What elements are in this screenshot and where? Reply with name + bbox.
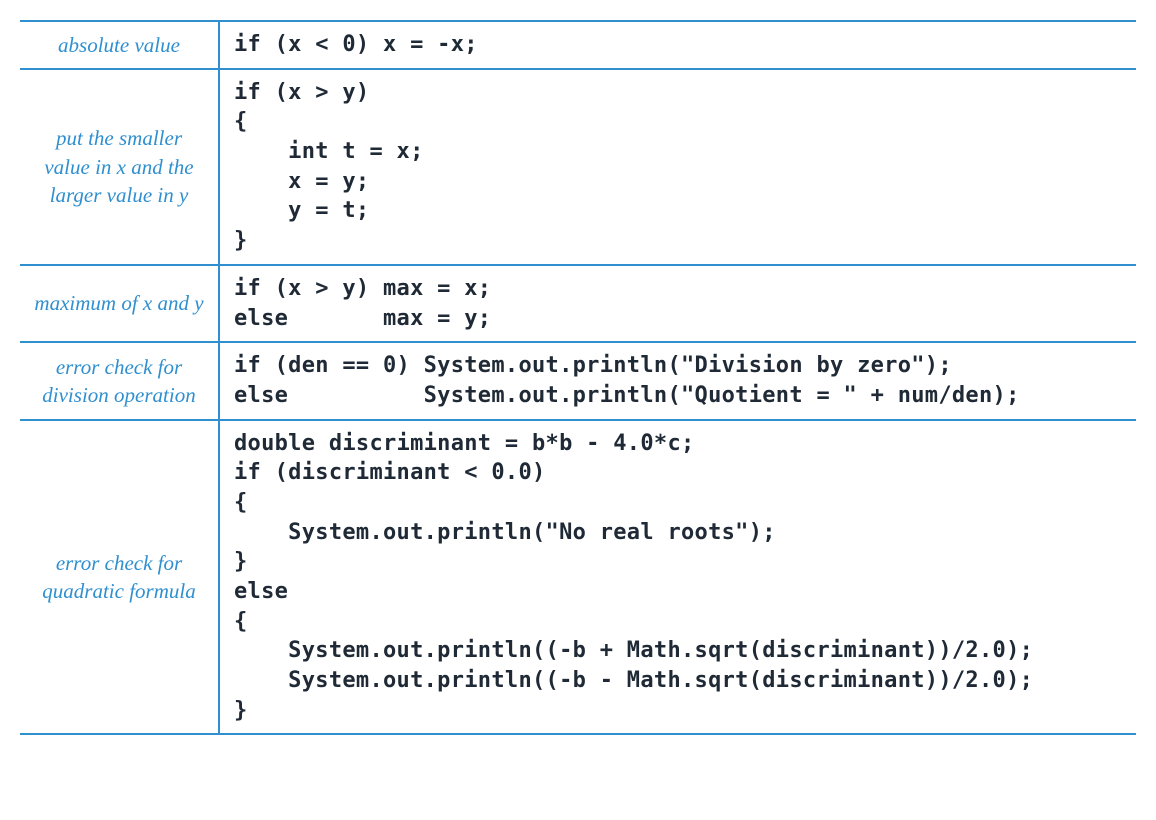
row-label: put the smaller value in x and the large… [20,69,219,265]
row-label: error check for division operation [20,342,219,419]
row-label: maximum of x and y [20,265,219,342]
row-code: if (den == 0) System.out.println("Divisi… [219,342,1136,419]
code-examples-table: absolute value if (x < 0) x = -x; put th… [20,20,1136,735]
table-row: put the smaller value in x and the large… [20,69,1136,265]
table-row: absolute value if (x < 0) x = -x; [20,21,1136,69]
row-code: if (x > y) max = x; else max = y; [219,265,1136,342]
row-code: if (x > y) { int t = x; x = y; y = t; } [219,69,1136,265]
row-label: absolute value [20,21,219,69]
table-row: maximum of x and y if (x > y) max = x; e… [20,265,1136,342]
row-label: error check for quadratic formula [20,420,219,735]
row-code: if (x < 0) x = -x; [219,21,1136,69]
table-body: absolute value if (x < 0) x = -x; put th… [20,21,1136,734]
table-row: error check for division operation if (d… [20,342,1136,419]
table-row: error check for quadratic formula double… [20,420,1136,735]
row-code: double discriminant = b*b - 4.0*c; if (d… [219,420,1136,735]
